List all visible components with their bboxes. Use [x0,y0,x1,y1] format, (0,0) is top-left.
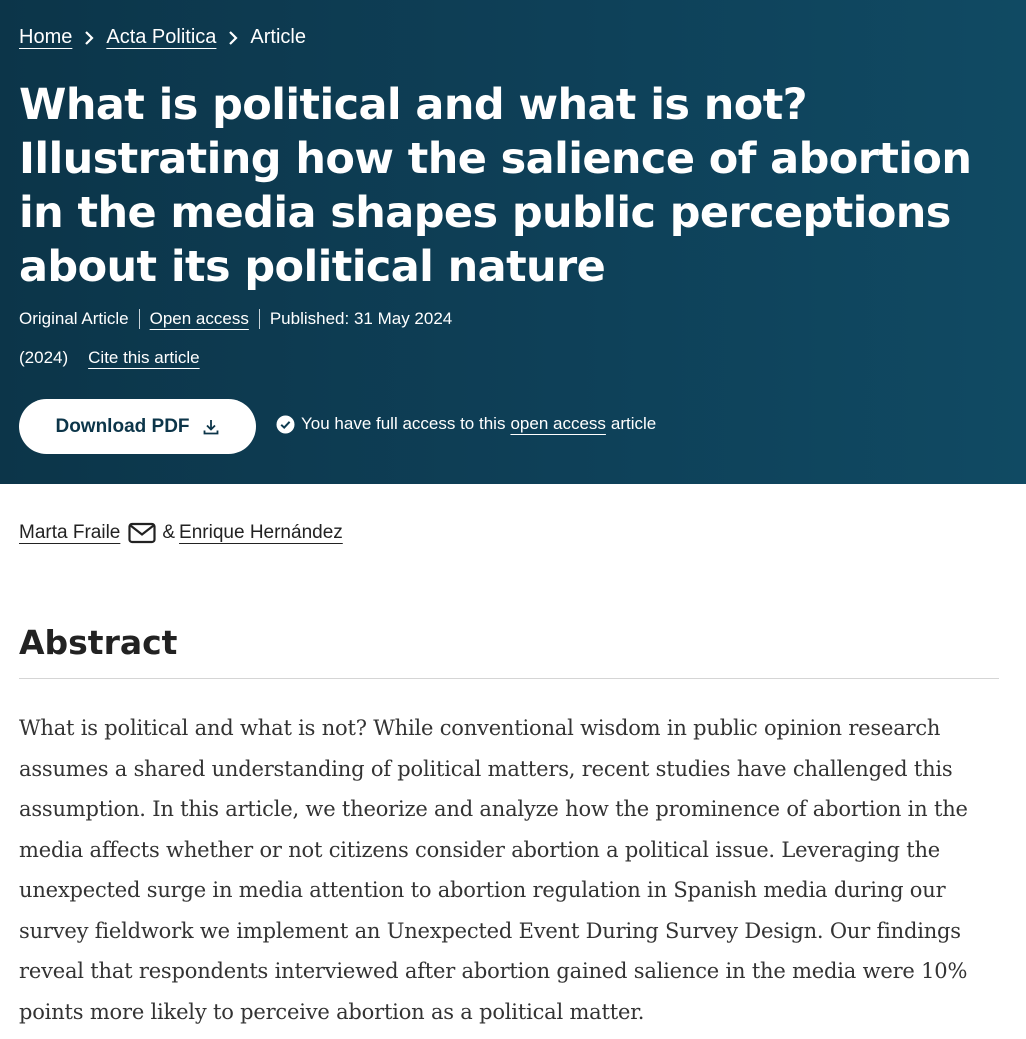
author-link-marta-fraile[interactable]: Marta Fraile [19,522,120,544]
meta-divider [138,309,140,329]
article-year: (2024) [19,348,69,367]
download-icon [202,418,220,436]
download-pdf-button[interactable]: Download PDF [19,399,256,454]
access-notice-suffix: article [610,414,657,433]
check-circle-icon [276,415,295,434]
mail-icon[interactable] [128,522,156,544]
open-access-link[interactable]: Open access [150,309,249,329]
access-notice-prefix: You have full access to this [301,414,506,433]
article-meta: Original Article Open access Published: … [19,309,452,329]
article-type: Original Article [19,309,129,328]
access-notice: You have full access to this open access… [276,414,656,434]
author-link-enrique-hernandez[interactable]: Enrique Hernández [179,522,343,544]
abstract-text: What is political and what is not? While… [19,716,968,1024]
access-notice-open-access-link[interactable]: open access [510,414,605,434]
chevron-right-icon [228,30,238,45]
section-divider [19,678,999,679]
breadcrumb-journal-link[interactable]: Acta Politica [106,26,216,49]
author-list: Marta Fraile & Enrique Hernández [19,522,343,544]
published-date: Published: 31 May 2024 [269,309,453,328]
meta-divider [258,309,260,329]
breadcrumb-home-link[interactable]: Home [19,26,72,49]
author-separator: & [162,522,176,543]
breadcrumb-current: Article [250,26,306,48]
chevron-right-icon [84,30,94,45]
cite-article-link[interactable]: Cite this article [88,348,199,368]
breadcrumb: Home Acta Politica Article [19,26,306,49]
download-pdf-label: Download PDF [55,415,190,437]
article-header: Home Acta Politica Article What is polit… [0,0,1026,484]
abstract-heading: Abstract [19,623,178,662]
article-title: What is political and what is not? Illus… [19,80,972,292]
article-meta-secondary: (2024) Cite this article [19,348,200,368]
